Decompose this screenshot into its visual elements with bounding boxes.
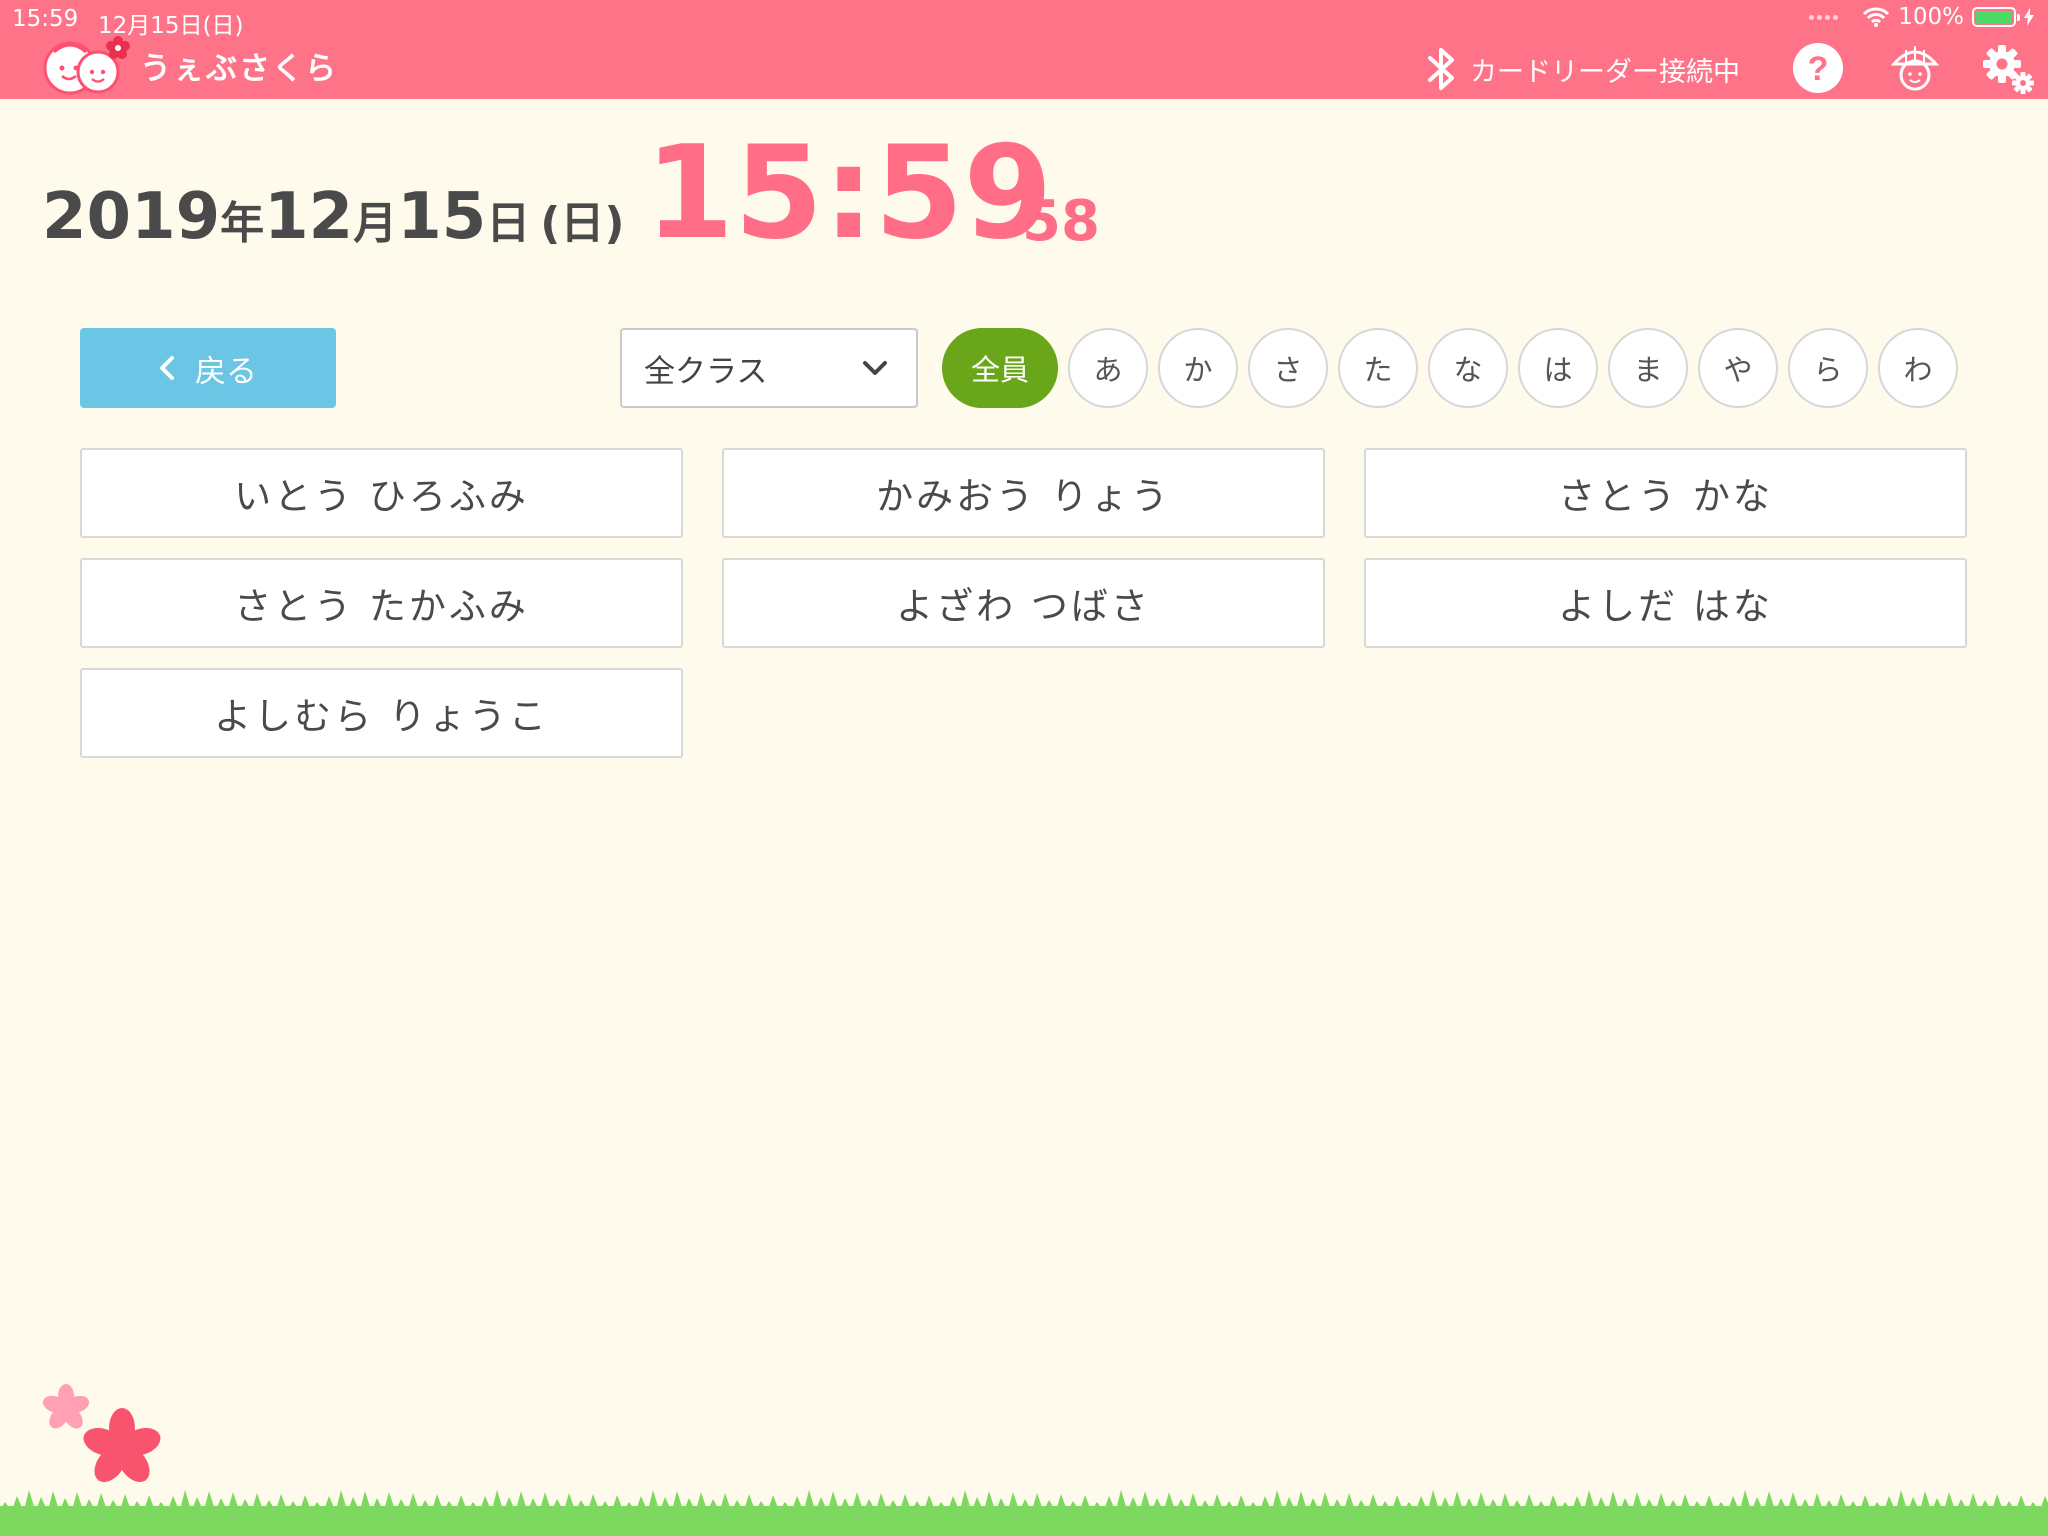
back-button-label: 戻る bbox=[195, 353, 257, 390]
card-reader-status-label: カードリーダー接続中 bbox=[1470, 56, 1740, 88]
signal-icon bbox=[1809, 14, 1839, 20]
kana-filter-bar: 全員 あ か さ た な は ま や ら わ bbox=[942, 328, 1958, 408]
back-button[interactable]: 戻る bbox=[80, 328, 336, 408]
chevron-left-icon bbox=[160, 356, 174, 380]
grass-decoration bbox=[0, 1490, 2048, 1536]
filter-ka-button[interactable]: か bbox=[1158, 328, 1238, 408]
status-indicators: 100% bbox=[1809, 4, 2034, 30]
clock-seconds: 58 bbox=[1022, 189, 1100, 254]
filter-sa-button[interactable]: さ bbox=[1248, 328, 1328, 408]
date-month: 12 bbox=[264, 180, 354, 254]
filter-a-button[interactable]: あ bbox=[1068, 328, 1148, 408]
status-time: 15:59 bbox=[12, 6, 79, 32]
help-icon[interactable]: ? bbox=[1792, 42, 1844, 94]
date-month-unit: 月 bbox=[353, 198, 398, 249]
child-name-list: いとう ひろふみ かみおう りょう さとう かな さとう たかふみ よざわ つば… bbox=[80, 448, 1968, 758]
child-name-button[interactable]: よしだ はな bbox=[1364, 558, 1967, 648]
app-header: 15:59 12月15日(日) 100% うぇぶさくら カードリーダー接続中 ? bbox=[0, 0, 2048, 99]
child-name-button[interactable]: さとう かな bbox=[1364, 448, 1967, 538]
child-name-button[interactable]: いとう ひろふみ bbox=[80, 448, 683, 538]
battery-icon bbox=[1972, 7, 2020, 27]
child-name-button[interactable]: よしむら りょうこ bbox=[80, 668, 683, 758]
class-select-value: 全クラス bbox=[644, 353, 768, 390]
current-date: 2019 年 12 月 15 日 (日) bbox=[42, 180, 624, 254]
date-weekday: (日) bbox=[540, 198, 625, 249]
svg-text:?: ? bbox=[1808, 50, 1829, 88]
date-year-unit: 年 bbox=[220, 198, 265, 249]
battery-percent: 100% bbox=[1898, 4, 1964, 30]
chevron-down-icon bbox=[863, 361, 887, 375]
class-select[interactable]: 全クラス bbox=[620, 328, 918, 408]
filter-na-button[interactable]: な bbox=[1428, 328, 1508, 408]
card-reader-status: カードリーダー接続中 bbox=[1424, 44, 1740, 94]
date-year: 2019 bbox=[42, 180, 221, 254]
filter-wa-button[interactable]: わ bbox=[1878, 328, 1958, 408]
settings-icon[interactable] bbox=[1982, 42, 2036, 96]
filter-ra-button[interactable]: ら bbox=[1788, 328, 1868, 408]
child-name-button[interactable]: さとう たかふみ bbox=[80, 558, 683, 648]
child-profile-icon[interactable] bbox=[1888, 42, 1942, 94]
charging-icon bbox=[2024, 8, 2034, 26]
date-day-unit: 日 bbox=[486, 198, 531, 249]
child-name-button[interactable]: よざわ つばさ bbox=[722, 558, 1325, 648]
app-name: うぇぶさくら bbox=[140, 50, 338, 87]
app-logo: うぇぶさくら bbox=[40, 34, 338, 96]
clock-time: 15:59 bbox=[645, 119, 1053, 268]
filter-all-button[interactable]: 全員 bbox=[942, 328, 1058, 408]
date-day: 15 bbox=[397, 180, 487, 254]
wifi-icon bbox=[1863, 7, 1890, 27]
filter-ta-button[interactable]: た bbox=[1338, 328, 1418, 408]
bluetooth-icon bbox=[1428, 48, 1454, 90]
filter-ma-button[interactable]: ま bbox=[1608, 328, 1688, 408]
sakura-large-icon bbox=[83, 1408, 161, 1483]
child-name-button[interactable]: かみおう りょう bbox=[722, 448, 1325, 538]
logo-mascot-icon bbox=[43, 36, 130, 95]
filter-ya-button[interactable]: や bbox=[1698, 328, 1778, 408]
filter-ha-button[interactable]: は bbox=[1518, 328, 1598, 408]
